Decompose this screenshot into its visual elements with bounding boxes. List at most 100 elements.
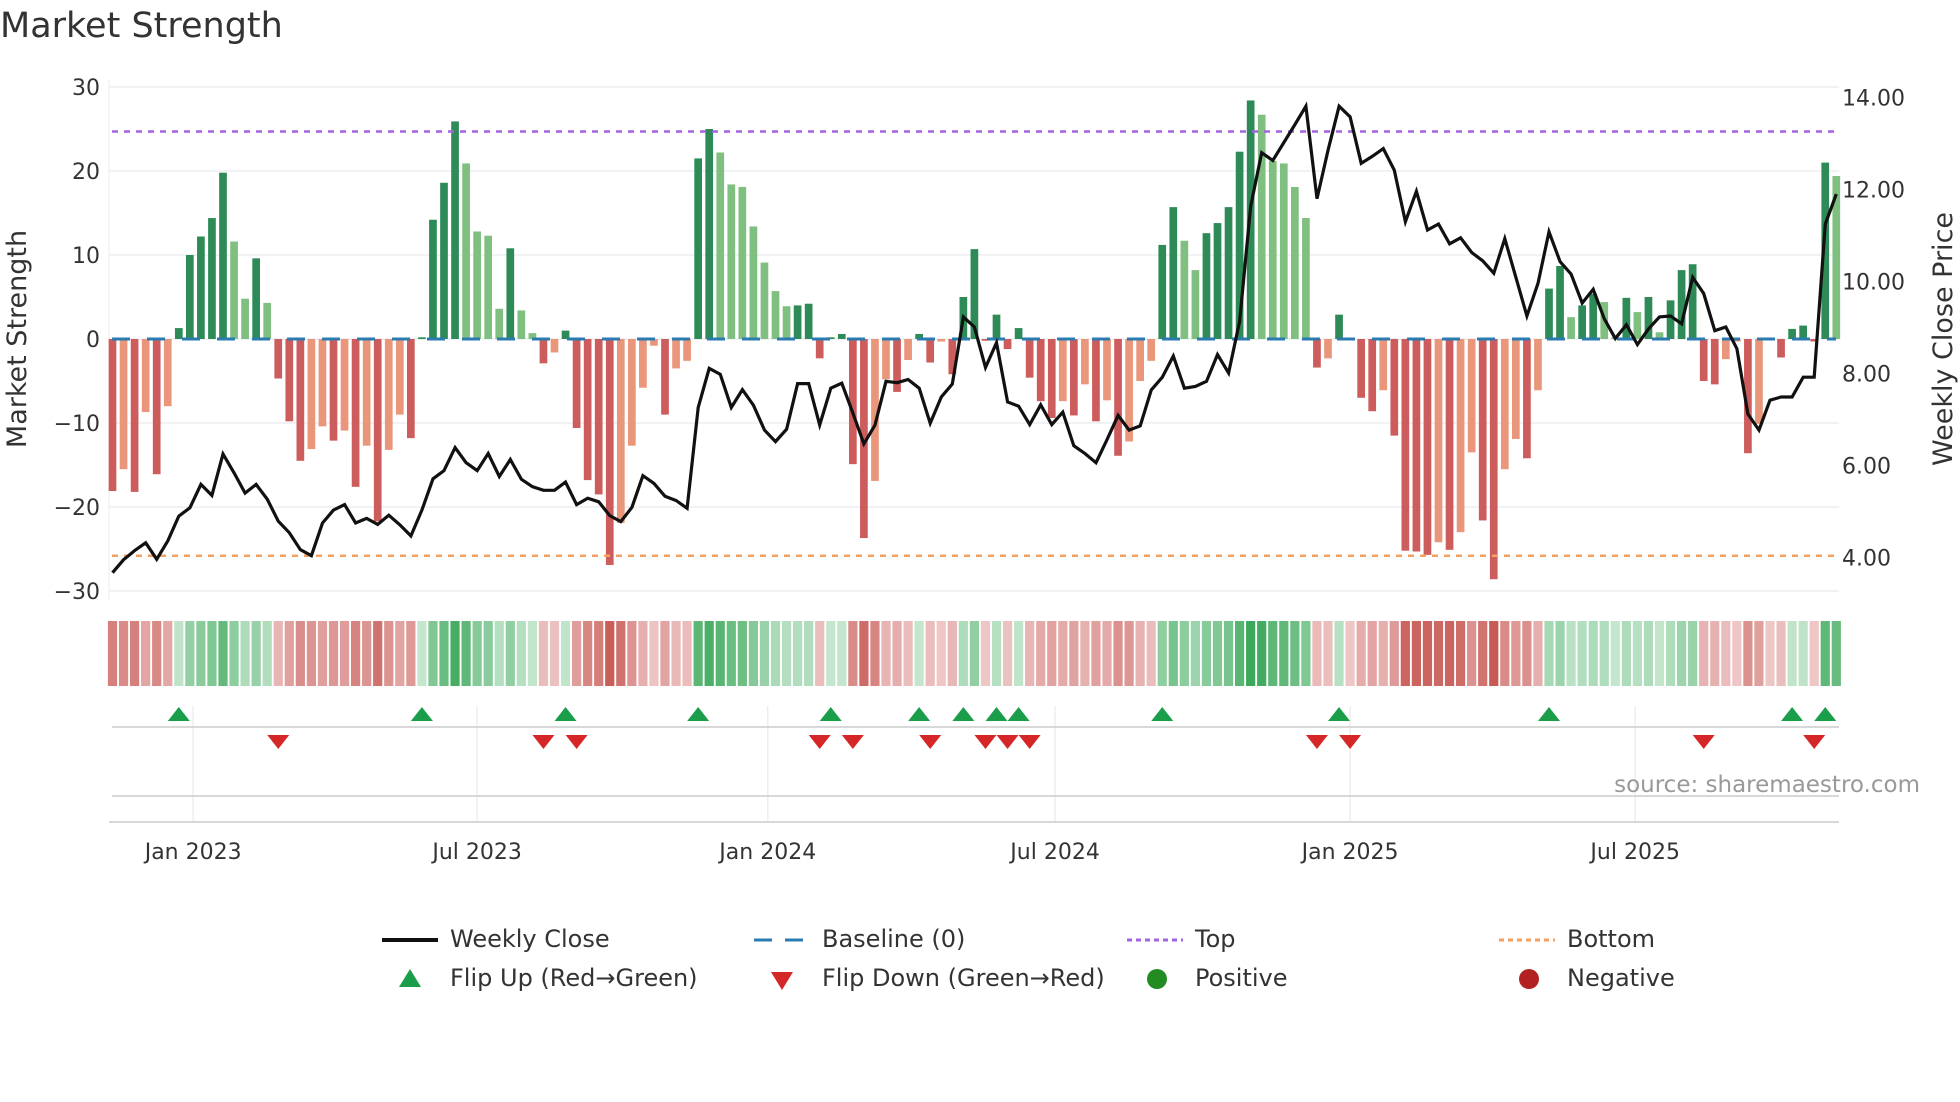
heat-cell [406, 621, 416, 686]
gridlines [108, 80, 1839, 823]
heat-cell [1367, 621, 1377, 686]
heat-cell [107, 621, 118, 686]
heat-cell [295, 621, 305, 686]
heat-cell [958, 621, 968, 686]
heat-cell [384, 621, 394, 686]
source-credit: source: sharemaestro.com [1614, 772, 1920, 798]
flip-down-marker [565, 735, 588, 749]
heat-cell [1179, 621, 1189, 686]
heat-cell [1522, 621, 1532, 686]
heat-cell [516, 621, 526, 686]
heat-cell [1025, 621, 1035, 686]
heat-cell [1754, 621, 1764, 686]
y-tick-label: 10 [72, 244, 100, 269]
y-tick-label: −20 [54, 496, 100, 521]
heat-cell [483, 621, 493, 686]
flip-down-marker [996, 735, 1019, 749]
strength-bar [1158, 244, 1167, 339]
heat-cell [1798, 621, 1808, 686]
strength-bar [1534, 339, 1542, 391]
strength-bar [771, 291, 780, 339]
strength-bar [1567, 317, 1575, 339]
strength-bar [163, 339, 172, 407]
heat-cell [660, 621, 670, 686]
flip-up-marker [167, 707, 190, 721]
strength-bar [572, 339, 581, 429]
heat-cell [395, 621, 405, 686]
strength-bar [727, 184, 736, 339]
y-tick-label: 30 [72, 76, 100, 101]
flip-up-marker [410, 707, 433, 721]
strength-bar [108, 339, 117, 492]
strength-bar [1556, 265, 1564, 339]
heat-cell [804, 621, 814, 686]
heat-cell [1467, 621, 1477, 686]
y-tick-label: −10 [54, 412, 100, 437]
strength-bar [1677, 270, 1686, 339]
strength-bar [384, 339, 393, 450]
legend-flip-up: Flip Up (Red→Green) [380, 964, 698, 992]
heat-cell [1776, 621, 1786, 686]
strength-bar [1423, 339, 1432, 555]
heat-cell [1378, 621, 1388, 686]
heat-cell [583, 621, 593, 686]
strength-bar [1136, 339, 1144, 381]
strength-bar [141, 339, 150, 413]
strength-bar [440, 182, 448, 339]
heat-cell [141, 621, 151, 686]
strength-bar [1169, 207, 1178, 339]
legend-baseline: Baseline (0) [752, 925, 965, 953]
strength-bar [1257, 114, 1266, 339]
strength-bar [1302, 218, 1310, 339]
strength-bar [749, 226, 758, 339]
x-tick-label: Jan 2024 [717, 840, 816, 865]
flip-up-marker [1781, 707, 1804, 721]
x-tick-label: Jul 2025 [1588, 840, 1680, 865]
heat-cell [991, 621, 1002, 686]
heat-cell [262, 621, 272, 686]
flip-up-marker [554, 707, 577, 721]
heat-cell [1677, 621, 1687, 686]
reference-lines [112, 130, 1836, 557]
heat-cell [793, 621, 803, 686]
flip-down-marker [808, 735, 831, 749]
circle-icon [1519, 969, 1539, 989]
heat-cell [572, 621, 582, 686]
legend-flip-down: Flip Down (Green→Red) [752, 964, 1105, 992]
y2-tick-label: 4.00 [1842, 547, 1891, 572]
strength-bar [1390, 339, 1399, 436]
heat-cell [1588, 621, 1598, 686]
heat-cell [1223, 621, 1234, 686]
flip-markers [167, 707, 1837, 749]
heat-cell [1544, 621, 1554, 686]
heat-cell [1511, 621, 1521, 686]
heat-cell [1831, 621, 1841, 686]
flip-down-marker [919, 735, 942, 749]
strength-bar [1279, 163, 1288, 339]
strength-bar [506, 248, 515, 339]
heat-cell [649, 621, 659, 686]
strength-bar [882, 339, 890, 380]
heat-cell [351, 621, 361, 686]
strength-bar [1489, 339, 1498, 580]
strength-bar [451, 121, 459, 339]
y-tick-label: −30 [54, 580, 100, 605]
heat-cell [859, 621, 869, 686]
strength-bar [362, 339, 371, 446]
heat-cell [1555, 621, 1565, 686]
heat-cell [1058, 621, 1068, 686]
strength-bar [1268, 160, 1277, 339]
strength-bar [837, 333, 846, 339]
heat-cell [1621, 621, 1631, 686]
heat-cell [1489, 621, 1499, 686]
heat-cell [450, 621, 460, 686]
market-strength-chart: 30 20 10 0 −10 −20 −30 14.00 12.00 10.00 8.00 6.00 4… [2, 76, 1959, 865]
flip-up-marker [687, 707, 710, 721]
strength-bar [1478, 339, 1487, 521]
heat-cell [251, 621, 261, 686]
heat-cell [284, 621, 294, 686]
y2-tick-label: 6.00 [1842, 455, 1891, 480]
strength-bar [307, 339, 316, 450]
flip-up-marker [952, 707, 975, 721]
strength-bar [760, 262, 769, 339]
